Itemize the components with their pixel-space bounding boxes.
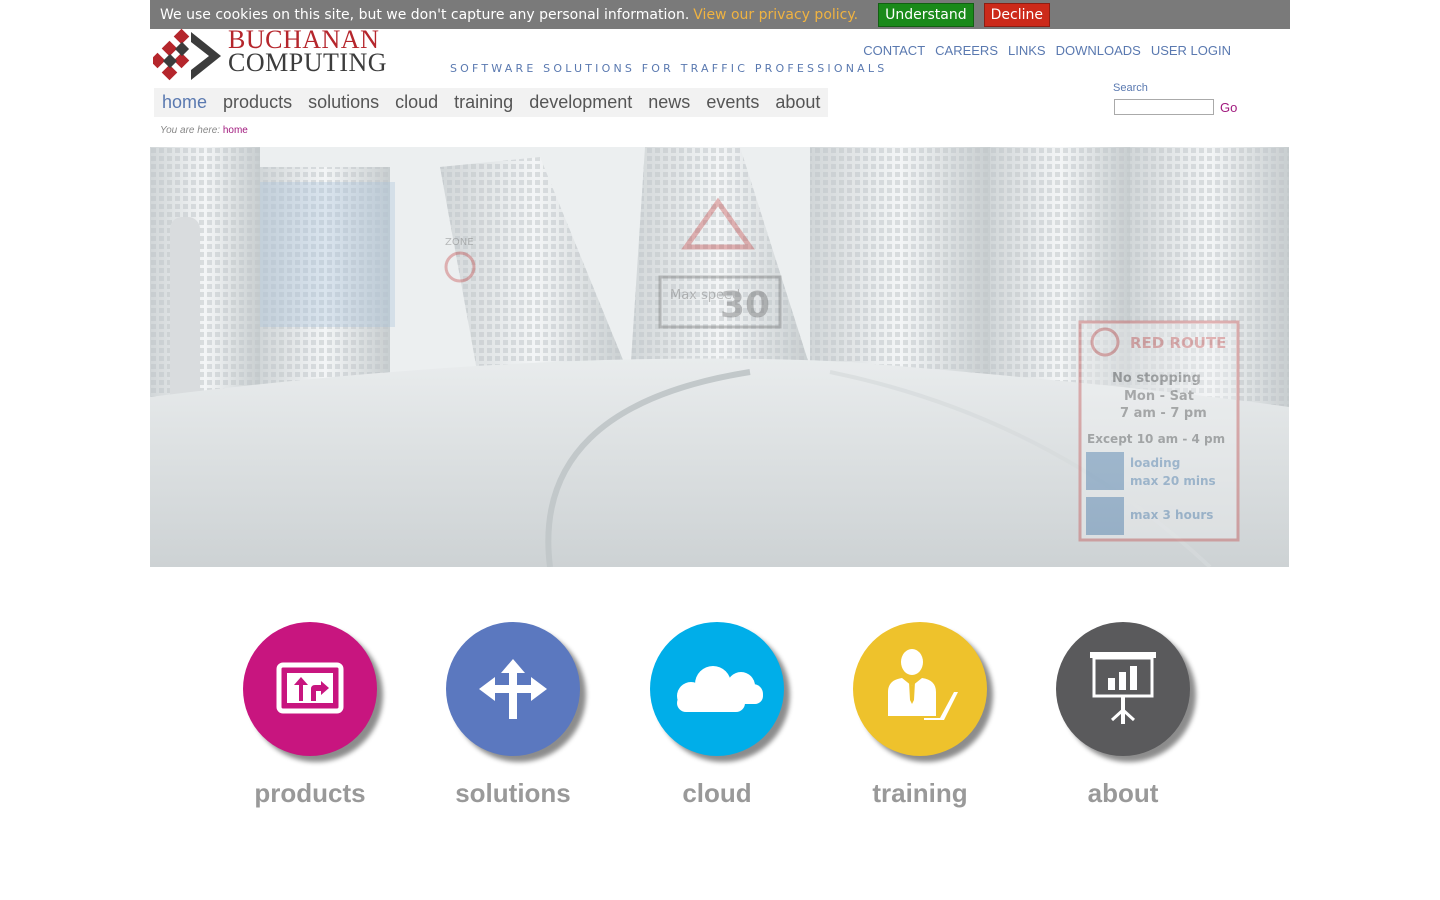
site-logo[interactable]: BUCHANAN COMPUTING: [153, 27, 403, 84]
hero-sign-mon-sat: Mon - Sat: [1124, 389, 1194, 404]
contact-link[interactable]: CONTACT: [863, 43, 925, 58]
main-nav: home products solutions cloud training d…: [154, 88, 829, 117]
nav-training[interactable]: training: [454, 92, 513, 113]
hero-sign-no-stopping: No stopping: [1112, 371, 1201, 386]
feature-about[interactable]: about: [1053, 622, 1193, 809]
search-input[interactable]: [1114, 99, 1214, 115]
hero-sign-max-3: max 3 hours: [1130, 508, 1213, 522]
cookie-message: We use cookies on this site, but we don'…: [160, 6, 690, 23]
products-circle[interactable]: [243, 622, 377, 756]
hero-sign-hours: 7 am - 7 pm: [1120, 406, 1207, 421]
sign-arrows-icon: [276, 662, 344, 714]
solutions-circle[interactable]: [446, 622, 580, 756]
cloud-circle[interactable]: [650, 622, 784, 756]
privacy-policy-link[interactable]: View our privacy policy.: [693, 7, 858, 23]
feature-solutions[interactable]: solutions: [443, 622, 583, 809]
feature-cloud-label[interactable]: cloud: [647, 778, 787, 809]
cloud-icon: [677, 666, 763, 712]
hero-sign-loading: loading: [1130, 456, 1180, 470]
nav-events[interactable]: events: [706, 92, 759, 113]
hero-sign-zone: ZONE: [445, 237, 474, 248]
hero-sign-max-20: max 20 mins: [1130, 474, 1216, 488]
feature-training-label[interactable]: training: [850, 778, 990, 809]
understand-button[interactable]: Understand: [878, 2, 974, 27]
links-link[interactable]: LINKS: [1008, 43, 1046, 58]
nav-home[interactable]: home: [162, 92, 207, 113]
logo-name-line2: COMPUTING: [228, 48, 388, 77]
hero-sign-red-route: RED ROUTE: [1130, 334, 1226, 352]
training-circle[interactable]: [853, 622, 987, 756]
breadcrumb-prefix: You are here:: [160, 125, 221, 136]
downloads-link[interactable]: DOWNLOADS: [1056, 43, 1141, 58]
presentation-board-icon: [1090, 652, 1156, 724]
careers-link[interactable]: CAREERS: [935, 43, 998, 58]
hero-sign-30: 30: [720, 285, 770, 326]
nav-cloud[interactable]: cloud: [395, 92, 438, 113]
four-way-arrows-icon: [479, 659, 547, 719]
hero-sign-except: Except 10 am - 4 pm: [1087, 432, 1225, 446]
user-login-link[interactable]: USER LOGIN: [1151, 43, 1231, 58]
feature-training[interactable]: training: [850, 622, 990, 809]
hero-banner: Max speed 30 ZONE RED ROUTE No stopping …: [150, 147, 1289, 567]
breadcrumb: You are here: home: [160, 125, 248, 136]
trainer-laptop-icon: [888, 649, 958, 720]
nav-products[interactable]: products: [223, 92, 292, 113]
utility-links: CONTACT CAREERS LINKS DOWNLOADS USER LOG…: [863, 43, 1231, 58]
feature-products-label[interactable]: products: [240, 778, 380, 809]
search-go-button[interactable]: Go: [1220, 100, 1237, 115]
feature-solutions-label[interactable]: solutions: [443, 778, 583, 809]
about-circle[interactable]: [1056, 622, 1190, 756]
logo-diamonds-icon: [153, 28, 221, 81]
feature-products[interactable]: products: [240, 622, 380, 809]
decline-button[interactable]: Decline: [983, 2, 1050, 27]
hero-cityscape-image: Max speed 30 ZONE RED ROUTE No stopping …: [150, 147, 1289, 567]
nav-solutions[interactable]: solutions: [308, 92, 379, 113]
feature-cloud[interactable]: cloud: [647, 622, 787, 809]
breadcrumb-home[interactable]: home: [223, 125, 248, 136]
nav-about[interactable]: about: [775, 92, 820, 113]
nav-news[interactable]: news: [648, 92, 690, 113]
feature-about-label[interactable]: about: [1053, 778, 1193, 809]
nav-development[interactable]: development: [529, 92, 632, 113]
site-tagline: SOFTWARE SOLUTIONS FOR TRAFFIC PROFESSIO…: [450, 62, 888, 75]
search-label: Search: [1113, 82, 1148, 94]
